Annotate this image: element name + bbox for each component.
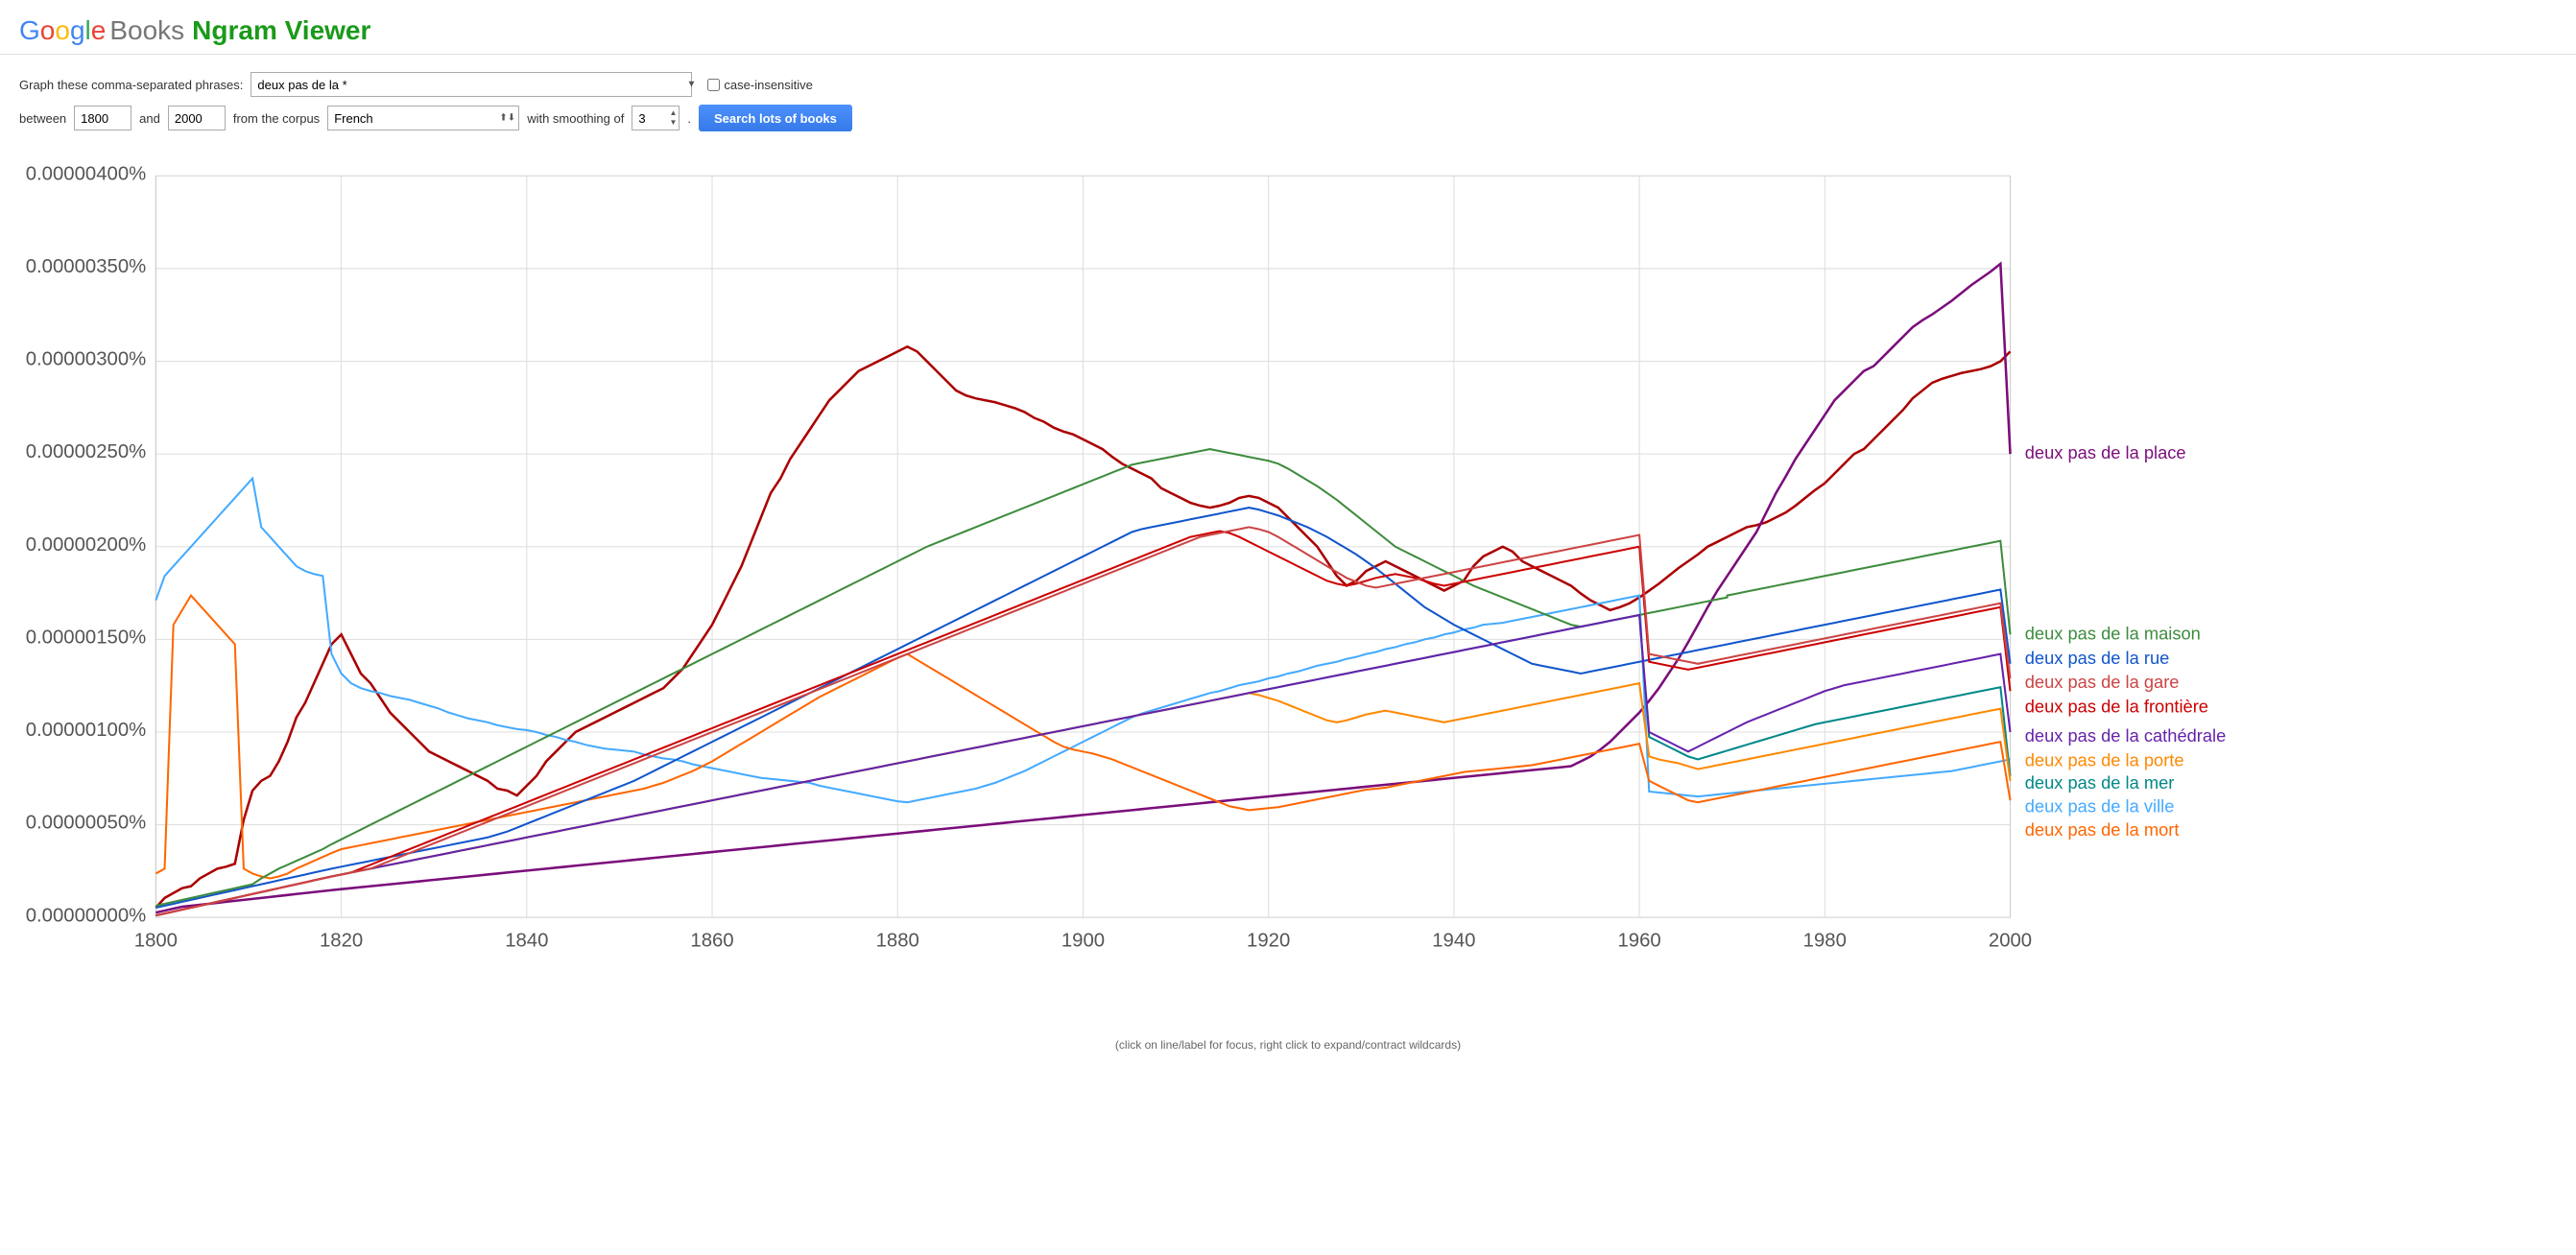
books-logo-text: Books bbox=[109, 15, 184, 46]
spinner-down[interactable]: ▼ bbox=[668, 118, 678, 128]
svg-text:0.00000250%: 0.00000250% bbox=[26, 441, 146, 462]
year-from-input[interactable] bbox=[74, 106, 131, 130]
year-to-input[interactable] bbox=[168, 106, 226, 130]
logo: Google Books Ngram Viewer bbox=[19, 15, 370, 46]
case-insensitive-wrapper: case-insensitive bbox=[707, 78, 813, 92]
svg-text:0.00000150%: 0.00000150% bbox=[26, 627, 146, 648]
header: Google Books Ngram Viewer bbox=[0, 0, 2576, 54]
svg-text:0.00000100%: 0.00000100% bbox=[26, 720, 146, 741]
corpus-dropdown-wrapper[interactable]: FrenchEnglishEnglish FictionEnglish One … bbox=[327, 106, 519, 130]
phrase-label: Graph these comma-separated phrases: bbox=[19, 78, 243, 92]
svg-text:1820: 1820 bbox=[320, 931, 363, 952]
google-logo: Google bbox=[19, 15, 106, 46]
phrase-input[interactable] bbox=[250, 72, 692, 97]
legend-mer[interactable]: deux pas de la mer bbox=[2025, 772, 2175, 793]
phrase-row: Graph these comma-separated phrases: ▼ c… bbox=[19, 72, 2557, 97]
legend-ville[interactable]: deux pas de la ville bbox=[2025, 795, 2175, 816]
ngram-chart[interactable]: 0.00000400% 0.00000350% 0.00000300% 0.00… bbox=[19, 156, 2557, 1034]
svg-text:0.00000200%: 0.00000200% bbox=[26, 534, 146, 556]
legend-porte[interactable]: deux pas de la porte bbox=[2025, 750, 2184, 770]
legend-mort[interactable]: deux pas de la mort bbox=[2025, 819, 2180, 840]
svg-text:0.00000400%: 0.00000400% bbox=[26, 163, 146, 184]
between-label: between bbox=[19, 111, 66, 126]
svg-text:0.00000350%: 0.00000350% bbox=[26, 256, 146, 277]
svg-text:1960: 1960 bbox=[1617, 931, 1660, 952]
svg-text:1900: 1900 bbox=[1061, 931, 1105, 952]
corpus-select[interactable]: FrenchEnglishEnglish FictionEnglish One … bbox=[327, 106, 519, 130]
legend-cathedrale[interactable]: deux pas de la cathédrale bbox=[2025, 725, 2227, 746]
and-label: and bbox=[139, 111, 160, 126]
svg-text:1920: 1920 bbox=[1247, 931, 1290, 952]
period-label: . bbox=[687, 111, 691, 126]
chart-footer-note: (click on line/label for focus, right cl… bbox=[19, 1038, 2557, 1061]
chart-container: 0.00000400% 0.00000350% 0.00000300% 0.00… bbox=[19, 156, 2557, 1061]
svg-text:2000: 2000 bbox=[1989, 931, 2032, 952]
svg-text:0.00000050%: 0.00000050% bbox=[26, 813, 146, 834]
legend-frontiere[interactable]: deux pas de la frontière bbox=[2025, 697, 2208, 717]
search-button[interactable]: Search lots of books bbox=[699, 105, 852, 131]
spinner-buttons: ▲ ▼ bbox=[668, 106, 678, 130]
spinner-up[interactable]: ▲ bbox=[668, 108, 678, 118]
svg-text:0.00000300%: 0.00000300% bbox=[26, 349, 146, 370]
year-row: between and from the corpus FrenchEnglis… bbox=[19, 105, 2557, 131]
legend-place[interactable]: deux pas de la place bbox=[2025, 442, 2186, 462]
ngram-viewer-title: Ngram Viewer bbox=[192, 15, 370, 46]
svg-text:1800: 1800 bbox=[134, 931, 178, 952]
legend-gare[interactable]: deux pas de la gare bbox=[2025, 672, 2180, 692]
case-insensitive-label: case-insensitive bbox=[724, 78, 813, 92]
legend-rue[interactable]: deux pas de la rue bbox=[2025, 648, 2170, 668]
svg-text:1880: 1880 bbox=[876, 931, 919, 952]
svg-text:1940: 1940 bbox=[1432, 931, 1475, 952]
svg-text:0.00000000%: 0.00000000% bbox=[26, 905, 146, 926]
svg-text:1840: 1840 bbox=[505, 931, 548, 952]
case-insensitive-checkbox[interactable] bbox=[707, 79, 720, 91]
from-corpus-label: from the corpus bbox=[233, 111, 320, 126]
smoothing-spinner[interactable]: ▲ ▼ bbox=[632, 106, 680, 130]
legend-maison[interactable]: deux pas de la maison bbox=[2025, 623, 2201, 643]
svg-text:1860: 1860 bbox=[690, 931, 733, 952]
svg-text:1980: 1980 bbox=[1803, 931, 1847, 952]
controls-panel: Graph these comma-separated phrases: ▼ c… bbox=[0, 64, 2576, 147]
header-divider bbox=[0, 54, 2576, 55]
with-smoothing-label: with smoothing of bbox=[527, 111, 624, 126]
chart-area: 0.00000400% 0.00000350% 0.00000300% 0.00… bbox=[0, 147, 2576, 1061]
